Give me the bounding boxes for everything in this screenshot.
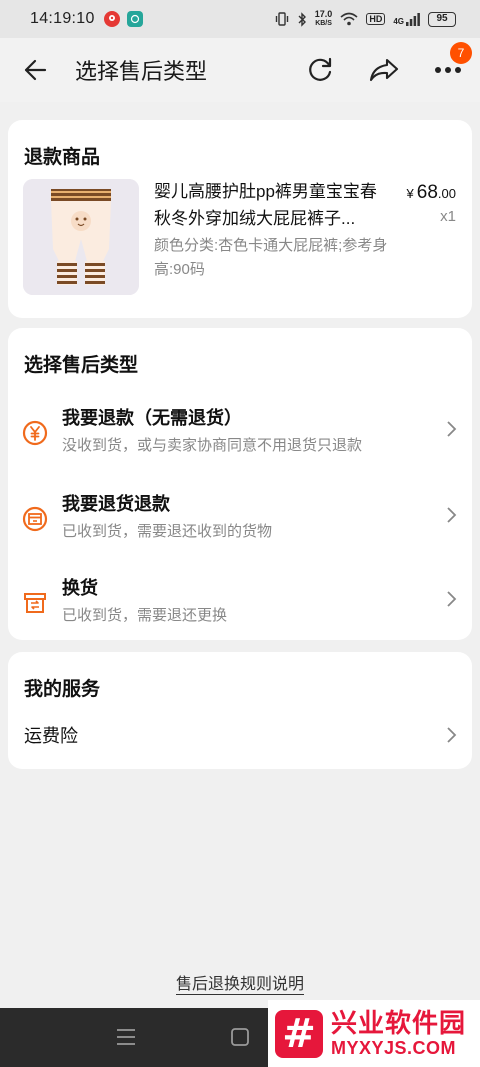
yen-icon — [22, 420, 48, 446]
product-quantity: x1 — [440, 208, 456, 225]
price-integer: 68 — [416, 182, 438, 203]
option-return-refund[interactable]: 我要退货退款 已收到货，需要退还收到的货物 — [8, 486, 472, 560]
wifi-icon — [340, 12, 358, 26]
refund-goods-title: 退款商品 — [24, 147, 101, 168]
more-dots-icon — [435, 67, 461, 73]
back-arrow-icon — [24, 59, 47, 81]
exchange-box-icon — [24, 593, 46, 613]
chat-app-icon — [126, 11, 143, 27]
battery-indicator: 95 — [428, 11, 456, 27]
option-title: 我要退款（无需退货） — [62, 408, 242, 428]
refresh-icon — [309, 57, 332, 81]
option-title: 换货 — [62, 578, 98, 598]
map-pin-app-icon — [103, 11, 120, 27]
header: 选择售后类型 7 — [0, 38, 480, 102]
notification-badge: 7 — [450, 42, 472, 64]
my-services-title: 我的服务 — [24, 679, 101, 700]
my-services-card: 我的服务 运费险 — [8, 652, 472, 769]
watermark-cn: 兴业软件园 — [331, 1008, 467, 1038]
status-bar: 14:19:10 17.0 KB/S HD 4G 95 — [0, 0, 480, 38]
price-decimal: .00 — [437, 186, 456, 201]
status-indicators: 17.0 KB/S HD 4G 95 — [275, 10, 456, 28]
bluetooth-icon — [298, 11, 306, 27]
aftersale-rules-link[interactable]: 售后退换规则说明 — [175, 976, 304, 995]
hd-badge: HD — [366, 13, 386, 25]
watermark-logo: # 兴业软件园 MYXYJS.COM — [268, 1000, 480, 1067]
share-button[interactable] — [352, 38, 416, 102]
page-title: 选择售后类型 — [75, 59, 208, 84]
aftersale-type-title: 选择售后类型 — [24, 355, 139, 376]
status-time: 14:19:10 — [30, 10, 95, 27]
service-label: 运费险 — [24, 726, 78, 746]
chevron-right-icon — [447, 421, 457, 437]
chevron-right-icon — [447, 591, 457, 607]
signal-bars-icon — [406, 12, 420, 26]
baby-pants-image — [23, 179, 139, 295]
option-refund-only[interactable]: 我要退款（无需退货） 没收到货，或与卖家协商同意不用退货只退款 — [8, 400, 472, 474]
price-symbol: ¥ — [406, 186, 414, 201]
service-item-freight-insurance[interactable]: 运费险 — [8, 718, 472, 754]
product-price: ¥68.00 — [407, 182, 456, 204]
option-description: 没收到货，或与卖家协商同意不用退货只退款 — [62, 437, 363, 454]
product-name[interactable]: 婴儿高腰护肚pp裤男童宝宝春秋冬外穿加绒大屁屁裤子... — [154, 178, 390, 232]
watermark-en: MYXYJS.COM — [331, 1038, 457, 1058]
return-box-icon — [22, 506, 48, 532]
network-speed: 17.0 KB/S — [314, 9, 333, 28]
hash-logo-icon: # — [275, 1009, 323, 1058]
home-icon[interactable] — [228, 1026, 252, 1048]
vibrate-icon — [275, 12, 288, 26]
option-title: 我要退货退款 — [62, 494, 170, 514]
product-spec: 颜色分类:杏色卡通大屁屁裤;参考身高:90码 — [154, 237, 388, 278]
option-description: 已收到货，需要退还收到的货物 — [62, 523, 273, 540]
back-button[interactable] — [0, 38, 70, 102]
signal-indicator: 4G — [393, 12, 420, 26]
menu-icon[interactable] — [114, 1026, 138, 1048]
chevron-right-icon — [447, 507, 457, 523]
refresh-button[interactable] — [288, 38, 352, 102]
rules-link-container: 售后退换规则说明 — [0, 970, 480, 995]
product-image[interactable] — [23, 179, 139, 295]
chevron-right-icon — [447, 727, 457, 743]
option-description: 已收到货，需要退还更换 — [62, 607, 228, 624]
more-button[interactable]: 7 — [416, 38, 480, 102]
option-exchange[interactable]: 换货 已收到货，需要退还更换 — [8, 570, 472, 644]
aftersale-type-card: 选择售后类型 我要退款（无需退货） 没收到货，或与卖家协商同意不用退货只退款 我… — [8, 328, 472, 640]
share-icon — [369, 58, 399, 82]
refund-goods-card: 退款商品 婴儿高腰护肚pp裤男童宝宝春秋冬外穿加绒大屁屁裤子... 颜色分类:杏… — [8, 120, 472, 318]
